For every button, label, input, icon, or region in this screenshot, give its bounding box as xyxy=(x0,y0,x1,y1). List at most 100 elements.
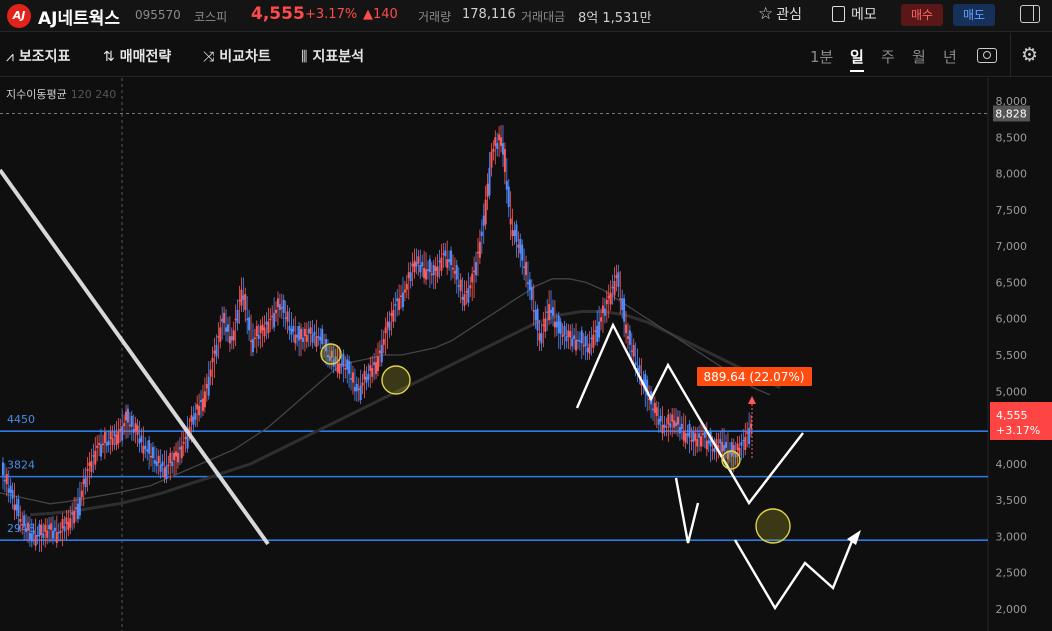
candle-body xyxy=(363,370,366,380)
chart-toolbar: ⩘ 보조지표 ⇅ 매매전략 ⤨ 비교차트 ⫼ 지표분석 1분 일 주 월 년 ⚙ xyxy=(0,33,1052,77)
candle-body xyxy=(707,440,710,444)
candle-body xyxy=(142,445,145,454)
candle-body xyxy=(659,415,662,422)
candle-body xyxy=(163,467,166,478)
candle-body xyxy=(278,304,281,311)
memo-button[interactable]: 메모 xyxy=(832,4,877,24)
candle-body xyxy=(165,466,168,480)
candle-body xyxy=(430,273,433,276)
candle-body xyxy=(373,362,376,366)
candle-body xyxy=(311,334,314,343)
change-value: ▲140 xyxy=(363,7,398,22)
candle-body xyxy=(157,455,160,464)
candle-body xyxy=(682,431,685,441)
period-week[interactable]: 주 xyxy=(881,46,895,67)
candle-body xyxy=(571,338,574,347)
candle-body xyxy=(503,148,506,173)
candle-body xyxy=(442,253,445,255)
period-1min[interactable]: 1분 xyxy=(810,46,833,67)
period-day[interactable]: 일 xyxy=(850,46,864,72)
candle-body xyxy=(38,524,41,537)
tool-strategy[interactable]: ⇅ 매매전략 xyxy=(103,46,171,66)
amount-label: 거래대금 xyxy=(521,10,566,24)
candle-body xyxy=(653,402,656,414)
period-year[interactable]: 년 xyxy=(943,46,957,67)
candle-body xyxy=(409,272,412,281)
camera-icon[interactable] xyxy=(977,48,997,63)
candle-body xyxy=(480,231,483,236)
candle-body xyxy=(192,416,195,425)
candle-body xyxy=(386,321,389,328)
candle-body xyxy=(223,312,226,324)
period-month[interactable]: 월 xyxy=(912,46,926,67)
candle-body xyxy=(248,317,251,331)
candle-body xyxy=(736,443,739,451)
candle-body xyxy=(484,199,487,225)
candle-body xyxy=(76,503,79,520)
candle-body xyxy=(559,321,562,334)
candle-body xyxy=(669,423,672,428)
top-bar: AJ AJ네트웍스 095570 코스피 4,555 +3.17% ▲140 거… xyxy=(0,0,1052,32)
buy-button[interactable]: 매수 xyxy=(901,4,943,26)
highlight-circle xyxy=(755,508,791,544)
candle-body xyxy=(63,526,66,532)
candle-body xyxy=(400,295,403,297)
candle-body xyxy=(678,426,681,434)
candle-body xyxy=(486,183,489,197)
candle-body xyxy=(55,532,58,543)
tool-indicator[interactable]: ⩘ 보조지표 xyxy=(6,46,70,66)
candle-body xyxy=(298,325,301,341)
sell-button[interactable]: 매도 xyxy=(953,4,995,26)
candle-body xyxy=(346,359,349,370)
crosshair-price-text: 8,828 xyxy=(995,107,1027,120)
y-tick-label: 3,500 xyxy=(996,494,1028,507)
candle-body xyxy=(151,447,154,459)
candle-body xyxy=(353,386,356,392)
candle-body xyxy=(469,285,472,289)
candle-body xyxy=(561,334,564,337)
tool-analysis[interactable]: ⫼ 지표분석 xyxy=(301,46,364,66)
candle-body xyxy=(336,362,339,373)
candle-body xyxy=(98,442,101,445)
candle-body xyxy=(521,244,524,261)
candle-body xyxy=(551,307,554,316)
candle-body xyxy=(125,411,128,421)
candle-body xyxy=(148,439,151,454)
candle-body xyxy=(632,344,635,357)
candle-body xyxy=(576,339,579,342)
candle-body xyxy=(588,343,591,354)
candle-body xyxy=(159,464,162,472)
candle-body xyxy=(315,336,318,348)
favorite-button[interactable]: ☆ 관심 xyxy=(758,4,802,24)
candle-body xyxy=(703,431,706,438)
candle-body xyxy=(228,336,231,344)
candle-body xyxy=(384,327,387,334)
candle-body xyxy=(673,420,676,428)
candle-body xyxy=(13,504,16,511)
price-chart[interactable]: 8,0008,5008,0007,5007,0006,5006,0005,500… xyxy=(0,78,1052,631)
measure-arrow xyxy=(748,396,756,404)
ma240-line xyxy=(29,310,781,517)
tool-compare[interactable]: ⤨ 비교차트 xyxy=(203,46,271,66)
stock-name[interactable]: AJ네트웍스 xyxy=(38,4,120,29)
candle-body xyxy=(457,285,460,287)
candle-body xyxy=(226,324,229,332)
candle-body xyxy=(401,292,404,308)
candle-body xyxy=(498,134,501,141)
layout-icon[interactable] xyxy=(1020,5,1040,23)
candle-body xyxy=(342,353,345,367)
candle-body xyxy=(238,299,241,302)
gear-icon[interactable]: ⚙ xyxy=(1021,44,1038,66)
candle-body xyxy=(740,442,743,446)
candle-body xyxy=(748,428,751,445)
candle-body xyxy=(132,429,135,433)
candle-body xyxy=(225,327,228,332)
candle-body xyxy=(207,376,210,396)
candle-body xyxy=(211,357,214,363)
tool-indicator-label: 보조지표 xyxy=(18,49,71,65)
candle-body xyxy=(461,296,464,300)
candle-body xyxy=(90,460,93,472)
candle-body xyxy=(69,518,72,528)
candle-body xyxy=(450,250,453,266)
candle-body xyxy=(500,137,503,146)
